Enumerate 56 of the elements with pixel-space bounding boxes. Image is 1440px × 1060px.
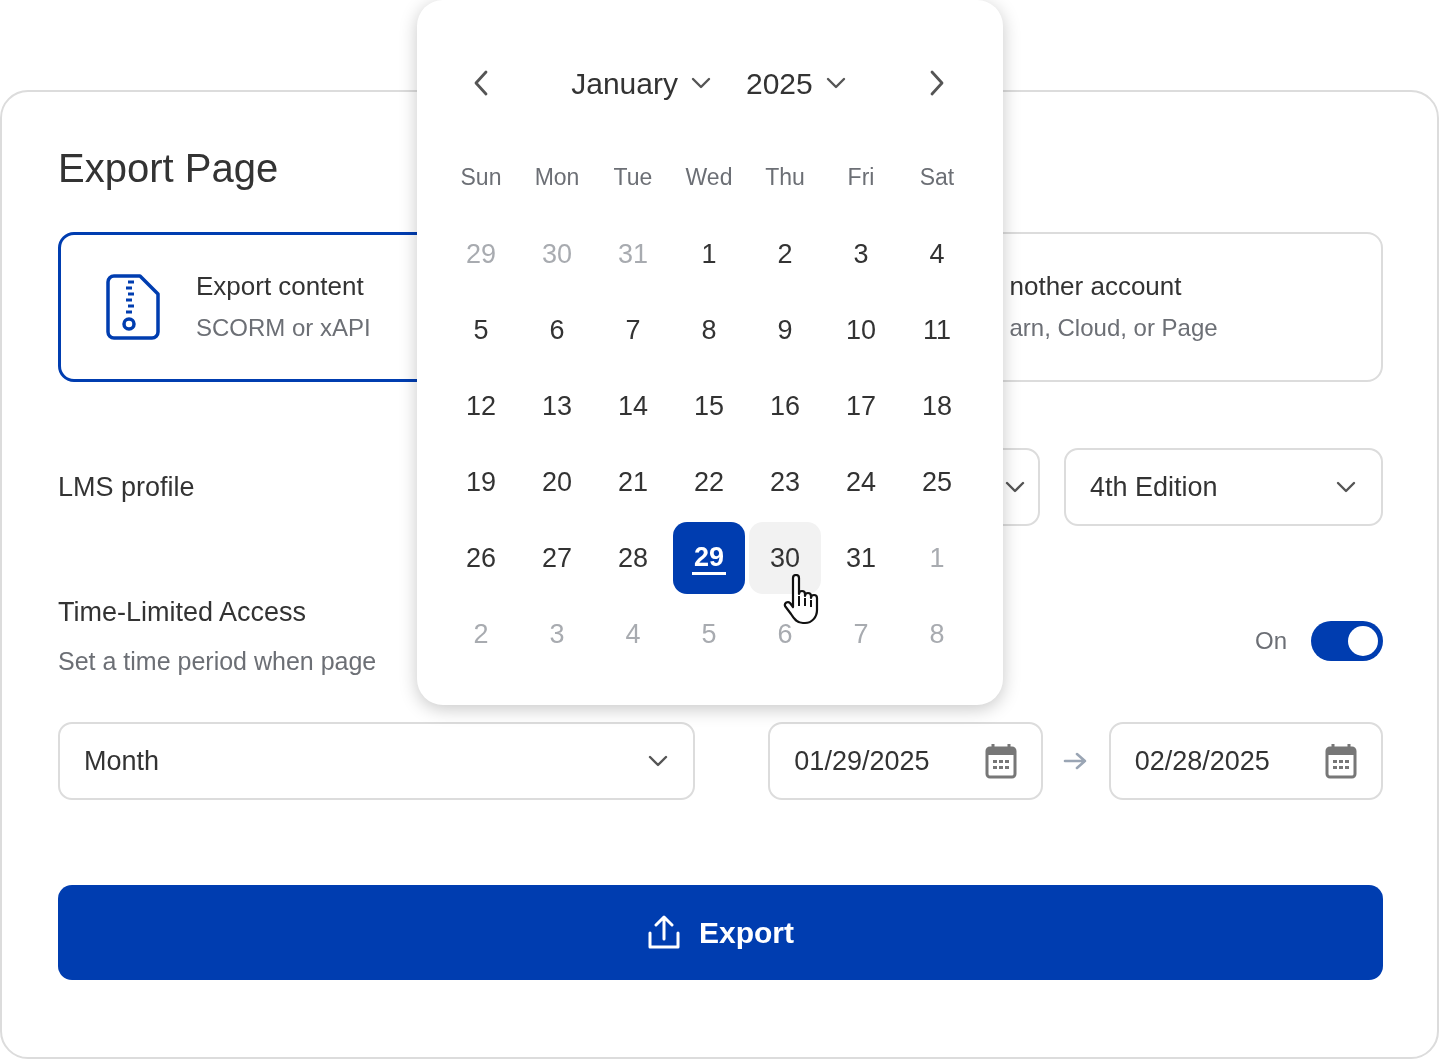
export-button[interactable]: Export xyxy=(58,885,1383,980)
calendar-day[interactable]: 30 xyxy=(749,522,821,594)
section-title: Time-Limited Access xyxy=(58,596,308,629)
calendar-day[interactable]: 27 xyxy=(521,522,593,594)
calendar-day[interactable]: 21 xyxy=(597,446,669,518)
option-title: nother account xyxy=(1009,270,1183,303)
calendar-day[interactable]: 26 xyxy=(445,522,517,594)
weekday-label: Thu xyxy=(764,163,806,192)
calendar-day[interactable]: 23 xyxy=(749,446,821,518)
hand-cursor-icon xyxy=(783,574,819,626)
switch-label: On xyxy=(1255,626,1287,656)
weekday-label: Mon xyxy=(533,163,581,192)
option-subtitle: arn, Cloud, or Page xyxy=(1009,313,1218,343)
calendar-day[interactable]: 20 xyxy=(521,446,593,518)
arrow-right-icon xyxy=(1062,751,1089,771)
section-description: Set a time period when page xyxy=(58,645,377,677)
calendar-day[interactable]: 25 xyxy=(901,446,973,518)
lms-profile-label: LMS profile xyxy=(58,470,195,504)
year-dropdown[interactable]: 2025 xyxy=(746,60,847,106)
calendar-icon xyxy=(1325,743,1357,779)
calendar-day[interactable]: 19 xyxy=(445,446,517,518)
calendar-day[interactable]: 10 xyxy=(825,294,897,366)
calendar-day[interactable]: 9 xyxy=(749,294,821,366)
start-date-field[interactable]: 01/29/2025 xyxy=(768,722,1043,800)
toggle-switch[interactable] xyxy=(1311,621,1383,661)
calendar-day[interactable]: 6 xyxy=(521,294,593,366)
weekday-label: Tue xyxy=(612,163,654,192)
weekday-label: Fri xyxy=(846,163,876,192)
calendar-day[interactable]: 22 xyxy=(673,446,745,518)
calendar-icon xyxy=(984,743,1017,779)
calendar-day[interactable]: 5 xyxy=(445,294,517,366)
calendar-day[interactable]: 7 xyxy=(597,294,669,366)
weekday-label: Wed xyxy=(684,163,734,192)
weekday-label: Sat xyxy=(918,163,956,192)
calendar-day[interactable]: 31 xyxy=(825,522,897,594)
month-dropdown[interactable]: January xyxy=(571,60,712,106)
chevron-down-icon xyxy=(690,76,712,90)
chevron-down-icon xyxy=(647,754,670,768)
edition-select[interactable]: 4th Edition xyxy=(1064,448,1383,526)
end-date-field[interactable]: 02/28/2025 xyxy=(1108,722,1383,800)
chevron-down-icon xyxy=(1004,480,1026,494)
chevron-right-icon xyxy=(929,69,945,97)
option-title: Export content xyxy=(196,270,365,303)
period-select[interactable]: Month xyxy=(58,722,696,800)
calendar-day[interactable]: 11 xyxy=(901,294,973,366)
option-subtitle: SCORM or xAPI xyxy=(196,313,371,343)
calendar-day[interactable]: 29 xyxy=(673,522,745,594)
calendar-day[interactable]: 24 xyxy=(825,446,897,518)
upload-icon xyxy=(647,914,681,951)
chevron-down-icon xyxy=(824,76,847,90)
weekday-label: Sun xyxy=(459,163,503,192)
chevron-left-icon xyxy=(473,69,489,97)
page-title: Export Page xyxy=(58,145,279,192)
zip-file-icon xyxy=(106,274,160,340)
calendar-day[interactable]: 28 xyxy=(597,522,669,594)
chevron-down-icon xyxy=(1335,480,1357,494)
